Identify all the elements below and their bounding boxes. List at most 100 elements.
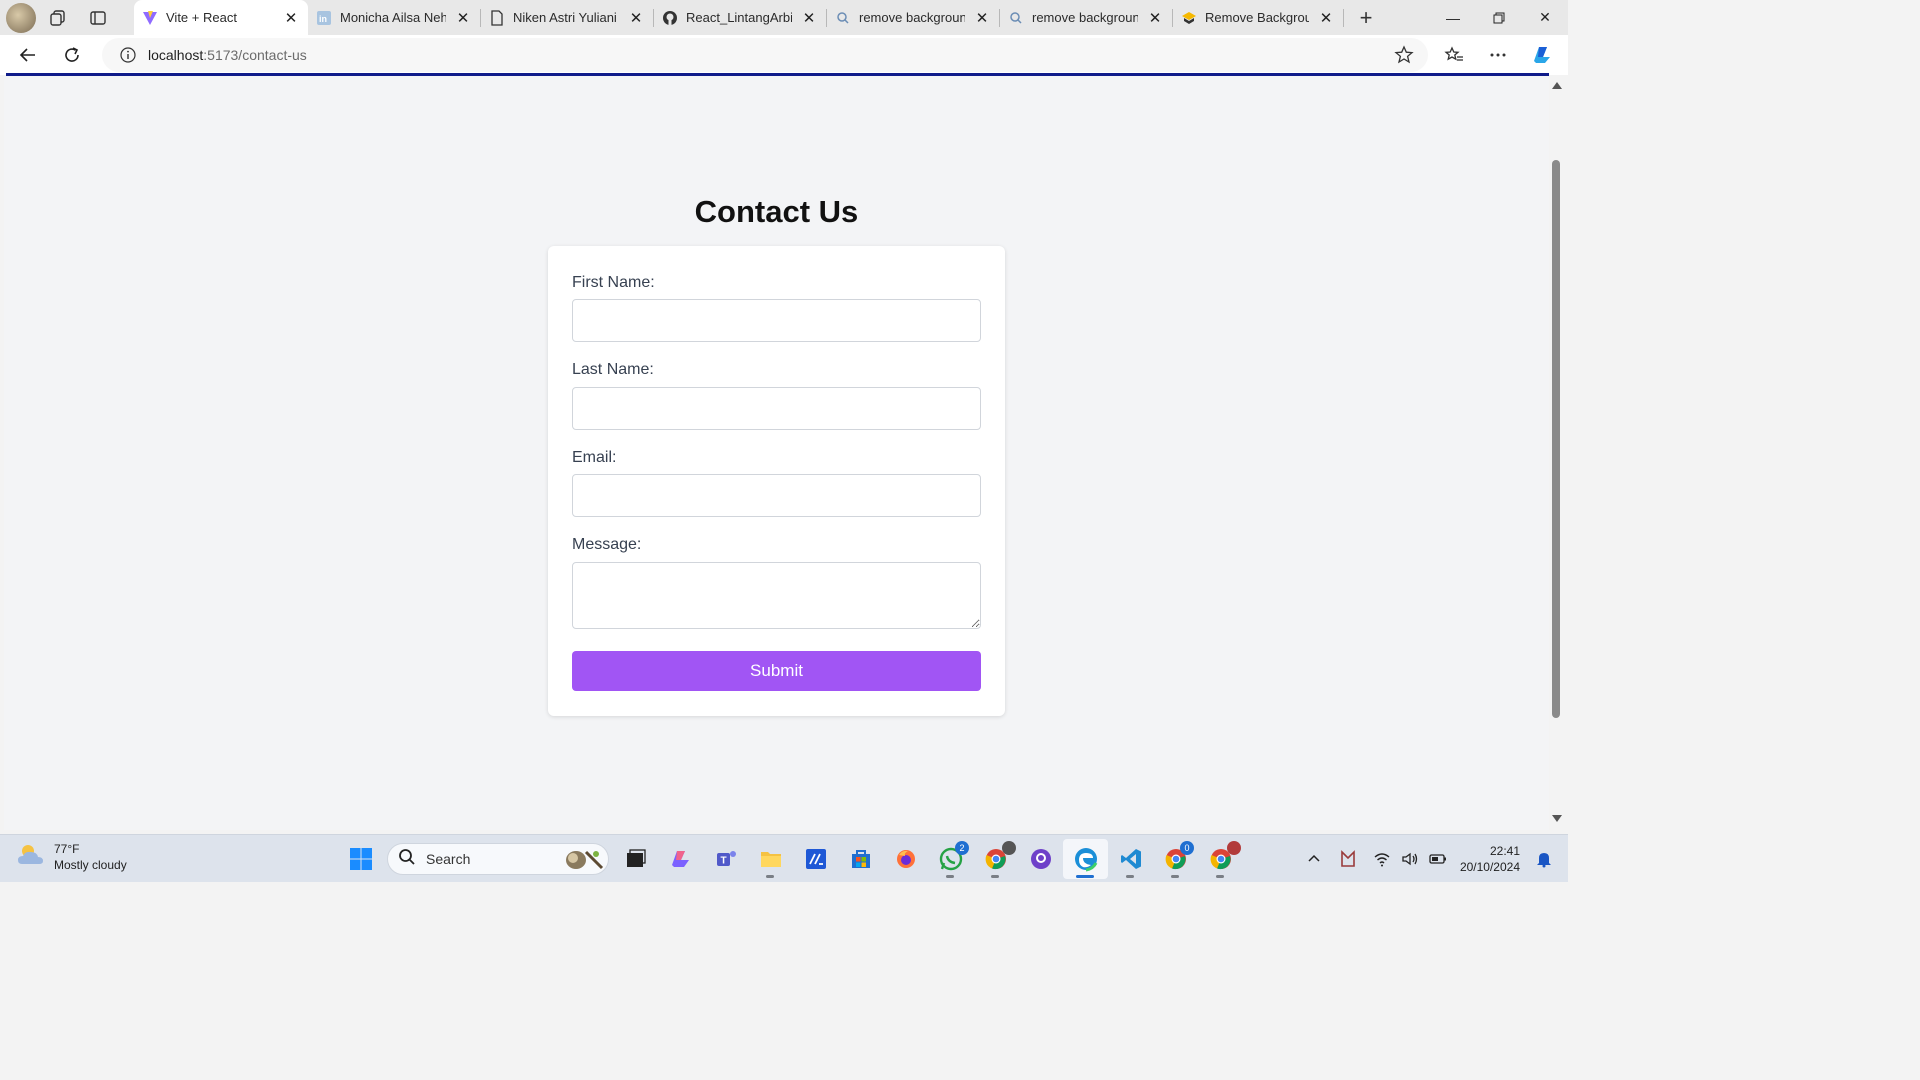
restore-button[interactable]	[1476, 0, 1522, 35]
firefox-icon[interactable]	[883, 839, 928, 879]
taskbar-search[interactable]: Search	[387, 843, 609, 875]
chrome-profile-3-icon[interactable]	[1198, 839, 1243, 879]
refresh-button[interactable]	[52, 39, 92, 71]
address-bar[interactable]: localhost:5173/contact-us	[102, 38, 1428, 72]
github-icon	[662, 10, 678, 26]
github-desktop-icon[interactable]	[1018, 839, 1063, 879]
last-name-input[interactable]	[572, 387, 981, 430]
tab-remove-bg[interactable]: Remove Background ✕	[1173, 0, 1343, 35]
workspaces-icon[interactable]	[40, 3, 76, 33]
tab-title: React_LintangArbiSu	[686, 10, 792, 25]
scroll-down-arrow[interactable]	[1552, 815, 1562, 822]
clock-time: 22:41	[1489, 844, 1520, 858]
edge-icon[interactable]	[1063, 839, 1108, 879]
first-name-label: First Name:	[572, 274, 655, 291]
search-icon	[835, 10, 851, 26]
tab-vite-react[interactable]: Vite + React ✕	[134, 0, 308, 35]
file-explorer-icon[interactable]	[748, 839, 793, 879]
chrome-profile-badge: 0	[1180, 841, 1194, 855]
svg-text:T: T	[720, 856, 726, 867]
weather-description: Mostly cloudy	[54, 858, 127, 872]
cloudy-weather-icon	[16, 842, 46, 873]
tab-actions-icon[interactable]	[80, 3, 116, 33]
system-clock[interactable]: 22:41 20/10/2024	[1452, 843, 1530, 875]
profile-avatar[interactable]	[6, 2, 36, 33]
running-indicator	[766, 875, 774, 878]
contact-form: First Name: Last Name: Email: Message: S…	[548, 246, 1005, 716]
tab-title: remove background	[859, 10, 965, 25]
wifi-icon[interactable]	[1368, 843, 1396, 875]
volume-icon[interactable]	[1396, 843, 1424, 875]
microsoft-store-icon[interactable]	[838, 839, 883, 879]
notification-bell-icon[interactable]	[1530, 843, 1558, 875]
chrome-profile-2-icon[interactable]: 0	[1153, 839, 1198, 879]
weather-widget[interactable]: 77°F Mostly cloudy	[16, 841, 127, 873]
page-viewport: Contact Us First Name: Last Name: Email:…	[4, 76, 1549, 830]
back-button[interactable]	[8, 39, 48, 71]
tab-search-2[interactable]: remove background ✕	[1000, 0, 1172, 35]
tab-niken[interactable]: Niken Astri Yuliani - ✕	[481, 0, 653, 35]
start-button[interactable]	[338, 839, 383, 879]
chrome-profile-badge-icon	[1227, 841, 1241, 855]
close-tab-icon[interactable]: ✕	[1317, 9, 1335, 27]
chrome-profile-1-icon[interactable]	[973, 839, 1018, 879]
clock-date: 20/10/2024	[1459, 860, 1520, 874]
tray-app-icon[interactable]	[1334, 843, 1362, 875]
tab-linkedin[interactable]: in Monicha Ailsa Neha ✕	[308, 0, 480, 35]
page-scrollbar[interactable]	[1549, 76, 1564, 830]
linkedin-icon: in	[316, 10, 332, 26]
url-text: localhost:5173/contact-us	[148, 47, 307, 63]
tab-search-1[interactable]: remove background ✕	[827, 0, 999, 35]
email-label: Email:	[572, 449, 617, 466]
close-tab-icon[interactable]: ✕	[627, 9, 645, 27]
url-path: :5173/contact-us	[203, 47, 307, 63]
battery-icon[interactable]	[1424, 843, 1452, 875]
first-name-input[interactable]	[572, 299, 981, 342]
site-info-icon[interactable]	[108, 47, 148, 63]
tab-github[interactable]: React_LintangArbiSu ✕	[654, 0, 826, 35]
favorite-star-icon[interactable]	[1394, 45, 1414, 70]
close-tab-icon[interactable]: ✕	[454, 9, 472, 27]
copilot-icon[interactable]	[1522, 39, 1562, 71]
editor-app-icon[interactable]	[793, 839, 838, 879]
new-tab-button[interactable]: +	[1348, 3, 1384, 33]
scroll-up-arrow[interactable]	[1552, 82, 1562, 89]
search-icon	[1008, 10, 1024, 26]
show-hidden-icons-chevron-icon[interactable]	[1300, 843, 1328, 875]
scrollbar-thumb[interactable]	[1552, 160, 1560, 718]
close-window-button[interactable]: ✕	[1522, 0, 1568, 35]
running-indicator	[1171, 875, 1179, 878]
favorites-icon[interactable]	[1434, 39, 1474, 71]
more-options-icon[interactable]	[1478, 39, 1518, 71]
copilot-app-icon[interactable]	[658, 839, 703, 879]
running-indicator	[946, 875, 954, 878]
tab-strip: Vite + React ✕ in Monicha Ailsa Neha ✕ N…	[0, 0, 1568, 35]
search-icon	[398, 848, 416, 871]
whatsapp-badge: 2	[955, 841, 969, 855]
vite-icon	[142, 10, 158, 26]
close-tab-icon[interactable]: ✕	[282, 9, 300, 27]
close-tab-icon[interactable]: ✕	[800, 9, 818, 27]
vscode-icon[interactable]	[1108, 839, 1153, 879]
tab-title: Monicha Ailsa Neha	[340, 10, 446, 25]
removebg-icon	[1181, 10, 1197, 26]
tab-title: remove background	[1032, 10, 1138, 25]
minimize-button[interactable]: —	[1430, 0, 1476, 35]
taskbar: 77°F Mostly cloudy Search T 2 0 22:41 20…	[0, 834, 1568, 882]
weather-temperature: 77°F	[54, 842, 80, 856]
message-label: Message:	[572, 536, 642, 553]
running-indicator	[1216, 875, 1224, 878]
task-view-icon[interactable]	[613, 839, 658, 879]
close-tab-icon[interactable]: ✕	[1146, 9, 1164, 27]
whatsapp-icon[interactable]: 2	[928, 839, 973, 879]
teams-icon[interactable]: T	[703, 839, 748, 879]
close-tab-icon[interactable]: ✕	[973, 9, 991, 27]
message-textarea[interactable]	[572, 562, 981, 629]
running-indicator	[1076, 875, 1094, 878]
tab-title: Niken Astri Yuliani -	[513, 10, 619, 25]
email-input[interactable]	[572, 474, 981, 517]
tab-title: Vite + React	[166, 10, 237, 25]
submit-button[interactable]: Submit	[572, 651, 981, 691]
tab-title: Remove Background	[1205, 10, 1309, 25]
search-label: Search	[426, 851, 471, 867]
